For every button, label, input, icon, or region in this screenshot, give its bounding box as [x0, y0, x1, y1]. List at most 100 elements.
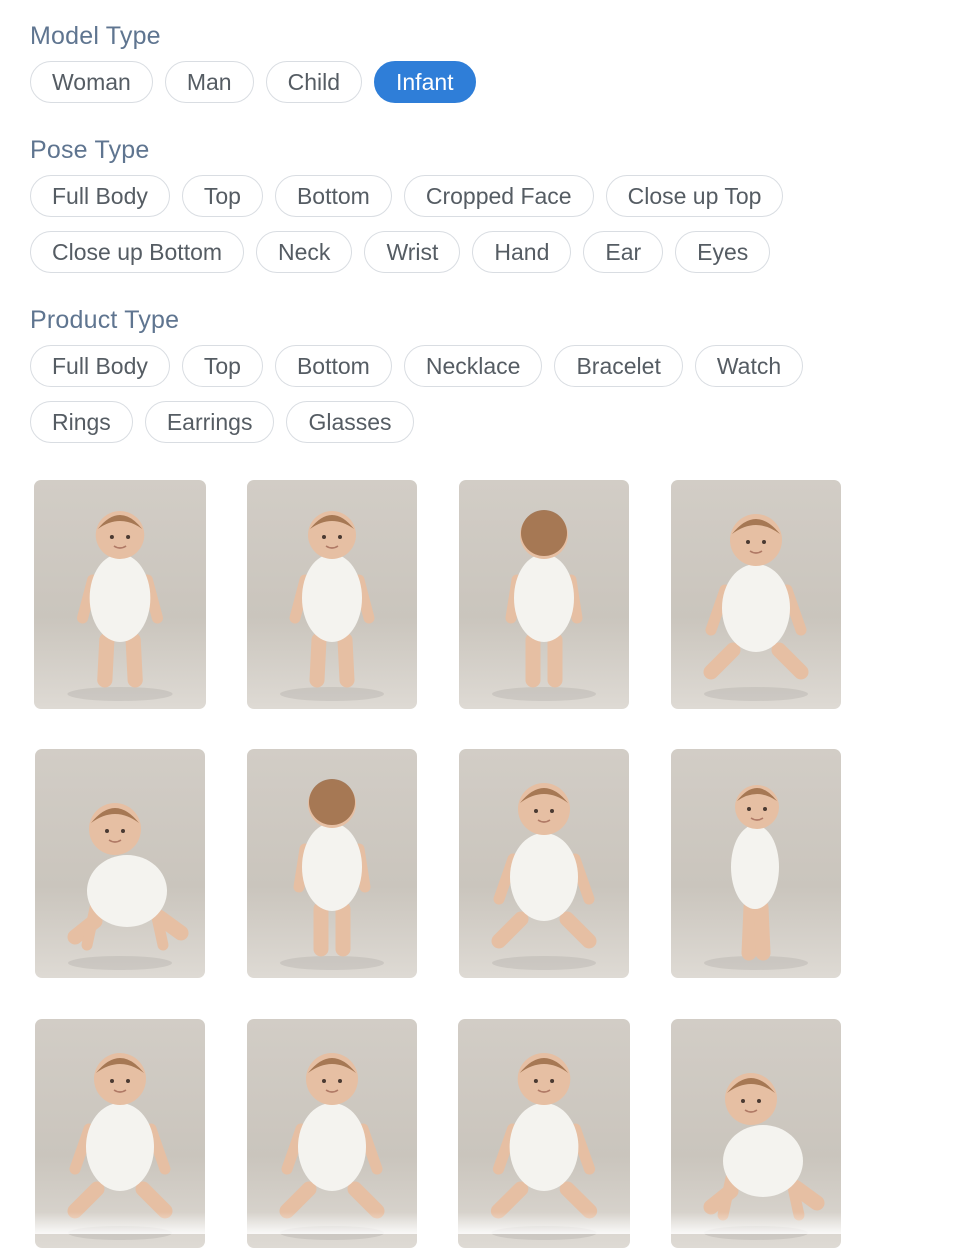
product-type-options-row-2: Rings Earrings Glasses: [30, 401, 414, 443]
floor-shadow: [280, 687, 384, 701]
floor-shadow: [704, 956, 808, 970]
leg: [67, 1181, 105, 1219]
product-type-full-body-chip[interactable]: Full Body: [30, 345, 170, 387]
product-type-bottom-chip[interactable]: Bottom: [274, 345, 392, 387]
eye: [757, 1099, 761, 1103]
onesie: [89, 554, 151, 642]
leg: [771, 642, 809, 680]
leg: [337, 632, 355, 688]
onesie: [87, 855, 167, 927]
eye: [121, 829, 125, 833]
model-type-options: Woman Man Child Infant: [30, 61, 476, 103]
pose-type-top-chip[interactable]: Top: [181, 175, 263, 217]
leg: [125, 632, 143, 688]
eye: [533, 1079, 538, 1083]
model-type-child-chip[interactable]: Child: [265, 61, 362, 103]
leg: [347, 1181, 385, 1219]
gallery-photo[interactable]: [459, 749, 629, 978]
infant-illustration: [703, 514, 809, 701]
infant-illustration: [67, 803, 189, 970]
pose-type-wrist-chip[interactable]: Wrist: [364, 231, 461, 273]
eye: [105, 829, 109, 833]
leg: [741, 899, 759, 961]
onesie: [722, 564, 790, 652]
onesie: [731, 825, 779, 909]
pose-type-eyes-chip[interactable]: Eyes: [675, 231, 771, 273]
model-type-man-chip[interactable]: Man: [164, 61, 254, 103]
eye: [762, 540, 766, 544]
pose-type-options-row-2: Close up Bottom Neck Wrist Hand Ear Eyes: [30, 231, 771, 273]
product-type-options-row-1: Full Body Top Bottom Necklace Bracelet W…: [30, 345, 804, 387]
pose-type-close-up-top-chip[interactable]: Close up Top: [605, 175, 784, 217]
gallery-photo[interactable]: [34, 480, 206, 709]
onesie: [514, 554, 574, 642]
leg: [97, 632, 115, 688]
product-type-glasses-chip[interactable]: Glasses: [286, 401, 414, 443]
product-type-necklace-chip[interactable]: Necklace: [403, 345, 543, 387]
model-type-title: Model Type: [30, 22, 161, 50]
pose-type-options-row-1: Full Body Top Bottom Cropped Face Close …: [30, 175, 784, 217]
pose-type-bottom-chip[interactable]: Bottom: [274, 175, 392, 217]
pose-type-full-body-chip[interactable]: Full Body: [30, 175, 170, 217]
eye: [110, 1079, 114, 1083]
pose-type-neck-chip[interactable]: Neck: [256, 231, 353, 273]
floor-shadow: [492, 956, 596, 970]
eye: [763, 807, 767, 811]
eye: [747, 807, 751, 811]
leg: [559, 911, 597, 949]
eye: [126, 535, 131, 539]
leg: [559, 1181, 598, 1219]
gallery-photo[interactable]: [35, 749, 205, 978]
floor-shadow: [492, 687, 596, 701]
gallery-photo[interactable]: [671, 480, 841, 709]
eye: [322, 535, 326, 539]
eye: [338, 535, 342, 539]
model-type-woman-chip[interactable]: Woman: [30, 61, 153, 103]
onesie: [302, 823, 362, 911]
product-type-bracelet-chip[interactable]: Bracelet: [554, 345, 683, 387]
floor-shadow: [704, 687, 808, 701]
onesie: [302, 554, 362, 642]
pose-type-hand-chip[interactable]: Hand: [472, 231, 572, 273]
pose-type-cropped-face-chip[interactable]: Cropped Face: [403, 175, 594, 217]
eye: [338, 1079, 342, 1083]
leg: [135, 1181, 173, 1219]
product-type-rings-chip[interactable]: Rings: [30, 401, 133, 443]
eye: [746, 540, 750, 544]
hair: [309, 779, 355, 825]
product-type-title: Product Type: [30, 306, 180, 334]
infant-illustration: [492, 510, 596, 701]
pose-type-title: Pose Type: [30, 136, 150, 164]
infant-illustration: [491, 783, 597, 970]
product-type-earrings-chip[interactable]: Earrings: [144, 401, 275, 443]
infant-illustration: [280, 511, 384, 701]
scroll-fade: [0, 1212, 958, 1234]
leg: [753, 899, 771, 961]
leg: [703, 642, 741, 680]
onesie: [86, 1103, 154, 1191]
eye: [534, 809, 538, 813]
gallery-photo[interactable]: [247, 480, 417, 709]
pose-type-ear-chip[interactable]: Ear: [583, 231, 664, 273]
onesie: [509, 1103, 579, 1191]
leg: [490, 1181, 529, 1219]
infant-illustration: [280, 779, 384, 970]
gallery-photo[interactable]: [247, 749, 417, 978]
leg: [309, 632, 327, 688]
gallery-photo[interactable]: [459, 480, 629, 709]
eye: [109, 535, 114, 539]
hair: [521, 510, 567, 556]
product-type-top-chip[interactable]: Top: [181, 345, 263, 387]
pose-type-close-up-bottom-chip[interactable]: Close up Bottom: [30, 231, 245, 273]
leg: [491, 911, 529, 949]
eye: [126, 1079, 130, 1083]
model-type-infant-chip[interactable]: Infant: [374, 61, 476, 103]
gallery-photo[interactable]: [671, 749, 841, 978]
onesie: [723, 1125, 803, 1197]
eye: [550, 809, 554, 813]
product-type-watch-chip[interactable]: Watch: [694, 345, 804, 387]
onesie: [298, 1103, 366, 1191]
leg: [279, 1181, 317, 1219]
infant-illustration: [704, 785, 808, 970]
eye: [741, 1099, 745, 1103]
